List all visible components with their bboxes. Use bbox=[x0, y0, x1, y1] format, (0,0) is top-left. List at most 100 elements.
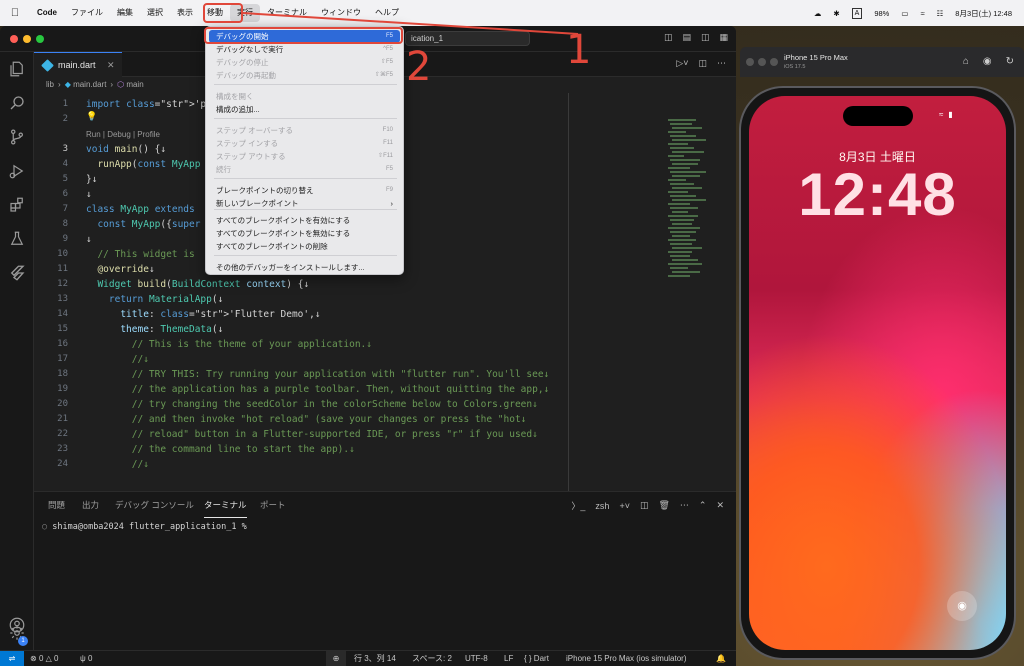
explorer-icon[interactable] bbox=[0, 56, 34, 82]
device-selector[interactable]: iPhone 15 Pro Max (ios simulator) bbox=[566, 651, 687, 666]
customize-layout-icon[interactable]: ▦ bbox=[719, 32, 728, 43]
run-menu-item[interactable]: すべてのブレークポイントの削除 bbox=[209, 240, 400, 253]
minimize-window-button[interactable] bbox=[758, 58, 766, 66]
remote-indicator-icon[interactable]: ⇌ bbox=[0, 651, 24, 666]
run-and-debug-icon[interactable] bbox=[0, 158, 34, 184]
minimap[interactable] bbox=[662, 93, 736, 491]
run-menu-item[interactable]: すべてのブレークポイントを有効にする bbox=[209, 214, 400, 227]
run-debug-dropdown-icon[interactable]: ▷˅ bbox=[676, 58, 688, 69]
code-line[interactable]: 20 // try changing the seedColor in the … bbox=[34, 397, 662, 412]
terminal-output[interactable]: ○ shima@omba2024 flutter_application_1 % bbox=[42, 522, 247, 532]
home-icon[interactable]: ⌂ bbox=[963, 56, 969, 67]
minimize-window-button[interactable] bbox=[23, 35, 31, 43]
menu-item-shortcut: F10 bbox=[382, 127, 393, 133]
tab-terminal[interactable]: ターミナル bbox=[204, 492, 247, 518]
tab-debug-console[interactable]: デバッグ コンソール bbox=[115, 492, 194, 518]
zoom-window-button[interactable] bbox=[36, 35, 44, 43]
menu-window[interactable]: ウィンドウ bbox=[314, 4, 368, 22]
tab-output[interactable]: 出力 bbox=[82, 492, 99, 518]
code-line[interactable]: 18 // TRY THIS: Try running your applica… bbox=[34, 367, 662, 382]
encoding[interactable]: UTF-8 bbox=[465, 651, 488, 666]
control-center-icon[interactable]: ☷ bbox=[937, 9, 944, 18]
code-line[interactable]: 12 Widget build(BuildContext context) {↓ bbox=[34, 277, 662, 292]
code-line[interactable]: 15 theme: ThemeData(↓ bbox=[34, 322, 662, 337]
lock-screen[interactable]: ≈ ▮ 8月3日 土曜日 12:48 ◉ bbox=[749, 96, 1006, 650]
rotate-icon[interactable]: ↻ bbox=[1006, 56, 1014, 67]
end-of-line[interactable]: LF bbox=[504, 651, 513, 666]
language-mode[interactable]: { } Dart bbox=[524, 651, 549, 666]
code-line[interactable]: 19 // the application has a purple toolb… bbox=[34, 382, 662, 397]
cursor-position[interactable]: 行 3、列 14 bbox=[354, 651, 396, 666]
tab-main-dart[interactable]: main.dart ✕ bbox=[34, 52, 122, 77]
toggle-primary-sidebar-icon[interactable]: ◫ bbox=[664, 32, 673, 43]
line-number: 6 bbox=[62, 189, 68, 199]
terminal-shell-name[interactable]: zsh bbox=[595, 501, 609, 511]
battery-icon[interactable]: ▭ bbox=[901, 9, 908, 18]
wifi-icon[interactable]: ≈ bbox=[920, 9, 924, 18]
search-icon[interactable] bbox=[0, 90, 34, 116]
split-editor-icon[interactable]: ◫ bbox=[698, 58, 707, 69]
manage-gear-icon[interactable]: 1 bbox=[0, 620, 34, 646]
menu-edit[interactable]: 編集 bbox=[110, 4, 140, 22]
source-control-icon[interactable] bbox=[0, 124, 34, 150]
camera-icon[interactable]: ◉ bbox=[947, 591, 977, 621]
more-actions-icon[interactable]: ⋯ bbox=[717, 58, 726, 69]
notifications-icon[interactable]: 🔔 bbox=[716, 651, 726, 666]
apple-icon[interactable]:  bbox=[0, 7, 30, 19]
menu-view[interactable]: 表示 bbox=[170, 4, 200, 22]
testing-icon[interactable] bbox=[0, 226, 34, 252]
battery-percent[interactable]: 98% bbox=[874, 9, 889, 18]
more-actions-icon[interactable]: ⋯ bbox=[680, 500, 689, 511]
run-menu-item[interactable]: デバッグなしで実行 ^F5 bbox=[209, 43, 400, 56]
code-line[interactable]: 22 // reload" button in a Flutter-suppor… bbox=[34, 427, 662, 442]
screenshot-icon[interactable]: ◉ bbox=[983, 56, 992, 67]
tab-problems[interactable]: 問題 bbox=[48, 492, 65, 518]
extensions-icon[interactable] bbox=[0, 192, 34, 218]
cloud-icon[interactable]: ☁ bbox=[814, 9, 822, 18]
code-line[interactable]: 13 return MaterialApp(↓ bbox=[34, 292, 662, 307]
codelens-text[interactable]: Run | Debug | Profile bbox=[86, 127, 160, 142]
code-text: title: class="str">'Flutter Demo',↓ bbox=[120, 309, 321, 320]
breadcrumb-file[interactable]: main.dart bbox=[73, 80, 106, 89]
toggle-secondary-sidebar-icon[interactable]: ◫ bbox=[701, 32, 710, 43]
ports-status[interactable]: ψ 0 bbox=[80, 651, 92, 666]
zoom-window-button[interactable] bbox=[770, 58, 778, 66]
tab-ports[interactable]: ポート bbox=[260, 492, 286, 518]
indentation[interactable]: スペース: 2 bbox=[412, 651, 452, 666]
split-terminal-icon[interactable]: ◫ bbox=[640, 500, 649, 511]
close-window-button[interactable] bbox=[746, 58, 754, 66]
input-mode-indicator[interactable]: A bbox=[851, 7, 863, 19]
zoom-icon[interactable]: ⊕ bbox=[326, 651, 346, 666]
code-line[interactable]: 17 //↓ bbox=[34, 352, 662, 367]
code-line[interactable]: 24 //↓ bbox=[34, 457, 662, 472]
run-menu-item[interactable]: すべてのブレークポイントを無効にする bbox=[209, 227, 400, 240]
flutter-icon[interactable] bbox=[0, 260, 34, 286]
run-menu-item[interactable]: その他のデバッガーをインストールします... bbox=[209, 261, 400, 274]
breadcrumb-symbol[interactable]: main bbox=[126, 80, 143, 89]
menu-item-label: デバッグの停止 bbox=[216, 58, 269, 67]
run-menu-item[interactable]: ブレークポイントの切り替え F9 bbox=[209, 184, 400, 197]
menu-terminal[interactable]: ターミナル bbox=[260, 4, 314, 22]
breadcrumb-folder[interactable]: lib bbox=[46, 80, 54, 89]
menu-app-name[interactable]: Code bbox=[30, 4, 64, 22]
close-tab-icon[interactable]: ✕ bbox=[107, 53, 115, 77]
code-line[interactable]: 14 title: class="str">'Flutter Demo',↓ bbox=[34, 307, 662, 322]
toggle-panel-icon[interactable]: ▤ bbox=[682, 32, 691, 43]
new-terminal-icon[interactable]: +˅ bbox=[619, 501, 630, 511]
menubar-clock[interactable]: 8月3日(土) 12:48 bbox=[955, 8, 1012, 19]
run-menu-item[interactable]: 構成の追加... bbox=[209, 103, 400, 116]
maximize-panel-icon[interactable]: ⌃ bbox=[699, 500, 707, 511]
trash-icon[interactable]: 🗑 bbox=[658, 500, 669, 511]
problems-status[interactable]: ⊗ 0 △ 0 bbox=[30, 651, 58, 666]
code-line[interactable]: 23 // the command line to start the app)… bbox=[34, 442, 662, 457]
bluetooth-icon[interactable]: ✱ bbox=[833, 9, 839, 18]
code-line[interactable]: 21 // and then invoke "hot reload" (save… bbox=[34, 412, 662, 427]
lightbulb-icon[interactable]: 💡 bbox=[86, 112, 97, 122]
menu-file[interactable]: ファイル bbox=[64, 4, 110, 22]
menu-help[interactable]: ヘルプ bbox=[368, 4, 406, 22]
close-panel-icon[interactable]: ✕ bbox=[716, 500, 724, 511]
run-menu-item[interactable]: 新しいブレークポイント › bbox=[209, 197, 400, 210]
close-window-button[interactable] bbox=[10, 35, 18, 43]
code-line[interactable]: 16 // This is the theme of your applicat… bbox=[34, 337, 662, 352]
menu-selection[interactable]: 選択 bbox=[140, 4, 170, 22]
